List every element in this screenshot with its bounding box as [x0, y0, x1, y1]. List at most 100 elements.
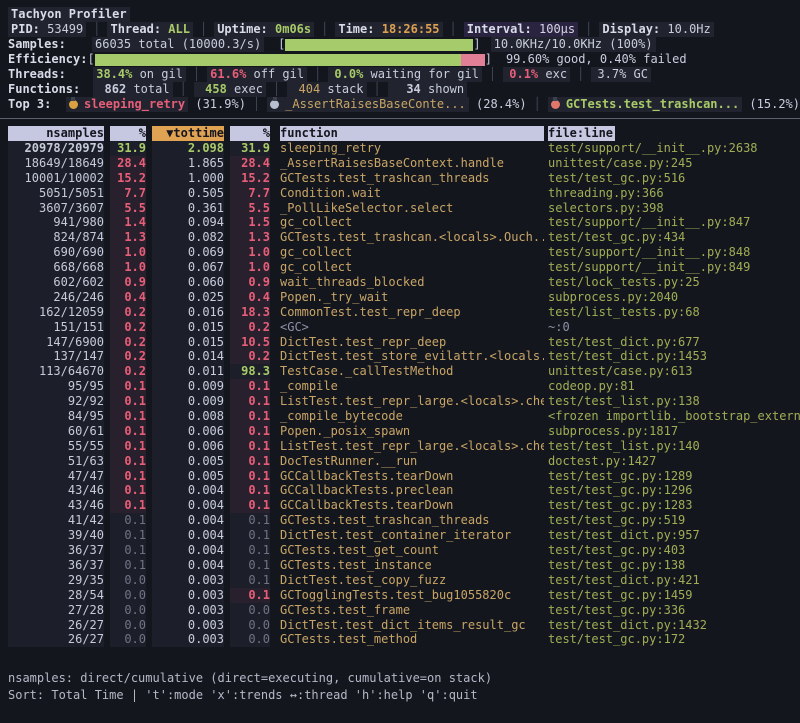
functions-shown: 34 shown	[388, 82, 467, 97]
file-line-cell: test/test_list.py:140	[548, 439, 800, 454]
file-line-cell: test/support/__init__.py:849	[548, 260, 800, 275]
table-row: 668/6681.00.0671.0gc_collecttest/support…	[0, 260, 800, 275]
functions-stack-unit: stack	[320, 82, 363, 97]
status-pid-label: PID:	[11, 22, 47, 37]
bronze-medal-icon	[551, 100, 560, 109]
table-row: 26/270.00.0030.0DictTest.test_dict_items…	[0, 618, 800, 633]
file-line-cell: test/support/__init__.py:847	[548, 215, 800, 230]
function-cell: GCTests.test_trashcan.<locals>.Ouch....	[280, 230, 544, 245]
status-time-value: 18:26:55	[382, 22, 440, 37]
nsamples-cell: 147/6900	[8, 335, 104, 350]
file-line-cell: test/list_tests.py:68	[548, 305, 800, 320]
separator-pipe: │	[489, 67, 496, 82]
pct-cumulative-cell: 0.2	[230, 320, 270, 335]
tottime-cell: 0.015	[152, 320, 224, 335]
pct-direct-cell: 0.0	[110, 603, 146, 618]
samples-label: Samples:	[8, 37, 86, 52]
function-cell: _AssertRaisesBaseContext.handle	[280, 156, 544, 171]
tottime-cell: 0.003	[152, 618, 224, 633]
nsamples-cell: 39/40	[8, 528, 104, 543]
tottime-cell: 0.004	[152, 543, 224, 558]
function-cell: GCCallbackTests.tearDown	[280, 469, 544, 484]
pct-direct-cell: 0.1	[110, 528, 146, 543]
pct-cumulative-cell: 98.3	[230, 364, 270, 379]
file-line-cell: test/test_gc.py:1283	[548, 498, 800, 513]
pct-cumulative-cell: 7.7	[230, 186, 270, 201]
col-header-function[interactable]: function	[280, 126, 544, 141]
separator-pipe: │	[450, 22, 457, 37]
tottime-cell: 0.003	[152, 603, 224, 618]
table-row: 60/610.10.0060.1Popen._posix_spawnsubpro…	[0, 424, 800, 439]
function-cell: <GC>	[280, 320, 544, 335]
pct-cumulative-cell: 18.3	[230, 305, 270, 320]
table-row: 5051/50517.70.5057.7Condition.waitthread…	[0, 186, 800, 201]
status-pid: PID: 53499	[8, 22, 86, 37]
col-header-file-line[interactable]: file:line	[548, 126, 615, 141]
separator-pipe: │	[200, 22, 207, 37]
file-line-cell: test/test_gc.py:172	[548, 632, 800, 647]
status-thread: Thread: ALL	[107, 22, 192, 37]
function-cell: Condition.wait	[280, 186, 544, 201]
file-line-cell: test/test_gc.py:516	[548, 171, 800, 186]
pct-cumulative-cell: 0.1	[230, 409, 270, 424]
col-header-nsamples[interactable]: nsamples	[8, 126, 104, 141]
keybind-legend: Sort: Total Time | 't':mode 'x':trends ↔…	[0, 687, 800, 704]
pct-cumulative-cell: 0.1	[230, 573, 270, 588]
samples-rate-bar	[285, 39, 473, 51]
file-line-cell: <frozen importlib._bootstrap_external	[548, 409, 800, 424]
title-line: Tachyon Profiler	[0, 0, 800, 22]
col-header-pct-direct[interactable]: %	[110, 126, 146, 141]
nsamples-cell: 941/980	[8, 215, 104, 230]
separator-pipe: │	[585, 22, 592, 37]
nsamples-cell: 60/61	[8, 424, 104, 439]
status-interval: Interval: 100µs	[464, 22, 578, 37]
table-row: 602/6020.90.0600.9wait_threads_blockedte…	[0, 275, 800, 290]
pct-direct-cell: 0.2	[110, 335, 146, 350]
file-line-cell: test/test_gc.py:1296	[548, 483, 800, 498]
col-header-tottime[interactable]: ▼tottime	[152, 126, 224, 141]
nsamples-cell: 36/37	[8, 558, 104, 573]
file-line-cell: test/support/__init__.py:2638	[548, 141, 800, 156]
efficiency-bar-close-bracket: ]	[485, 52, 492, 67]
file-line-cell: test/lock_tests.py:25	[548, 275, 800, 290]
nsamples-cell: 43/46	[8, 483, 104, 498]
pct-direct-cell: 0.2	[110, 320, 146, 335]
tottime-cell: 0.004	[152, 528, 224, 543]
separator-pipe: │	[193, 67, 200, 82]
pct-cumulative-cell: 15.2	[230, 171, 270, 186]
pct-cumulative-cell: 1.5	[230, 215, 270, 230]
separator-pipe: │	[93, 22, 100, 37]
pct-direct-cell: 15.2	[110, 171, 146, 186]
nsamples-cell: 10001/10002	[8, 171, 104, 186]
col-header-pct-cumulative[interactable]: %	[230, 126, 270, 141]
status-bar: PID: 53499│Thread: ALL│Uptime: 0m06s│Tim…	[0, 22, 800, 37]
tottime-cell: 0.014	[152, 349, 224, 364]
file-line-cell: test/test_gc.py:434	[548, 230, 800, 245]
pct-direct-cell: 0.4	[110, 290, 146, 305]
top3-rank-2-pct: (28.4%)	[469, 97, 527, 112]
table-row: 246/2460.40.0250.4Popen._try_waitsubproc…	[0, 290, 800, 305]
threads-off-gil: 61.6% off gil	[207, 67, 307, 82]
table-row: 84/950.10.0080.1_compile_bytecode<frozen…	[0, 409, 800, 424]
pct-direct-cell: 0.1	[110, 483, 146, 498]
pct-cumulative-cell: 0.1	[230, 424, 270, 439]
efficiency-bar-open-bracket: [	[87, 52, 94, 67]
pct-cumulative-cell: 0.1	[230, 394, 270, 409]
tottime-cell: 0.505	[152, 186, 224, 201]
pct-direct-cell: 0.2	[110, 349, 146, 364]
file-line-cell: doctest.py:1427	[548, 454, 800, 469]
tottime-cell: 0.025	[152, 290, 224, 305]
pct-direct-cell: 28.4	[110, 156, 146, 171]
tottime-cell: 0.005	[152, 454, 224, 469]
nsamples-cell: 43/46	[8, 498, 104, 513]
status-thread-value: ALL	[168, 22, 190, 37]
table-row: 20978/2097931.92.09831.9sleeping_retryte…	[0, 141, 800, 156]
table-row: 28/540.00.0030.1GCTogglingTests.test_bug…	[0, 588, 800, 603]
pct-cumulative-cell: 0.1	[230, 483, 270, 498]
file-line-cell: unittest/case.py:245	[548, 156, 800, 171]
silver-medal-icon	[270, 100, 279, 109]
tottime-cell: 0.004	[152, 513, 224, 528]
tottime-cell: 0.003	[152, 573, 224, 588]
top3-rank-3-name: GCTests.test_trashcan...	[566, 97, 739, 112]
efficiency-line: Efficiency:[ ] 99.60% good, 0.40% failed	[0, 52, 800, 67]
